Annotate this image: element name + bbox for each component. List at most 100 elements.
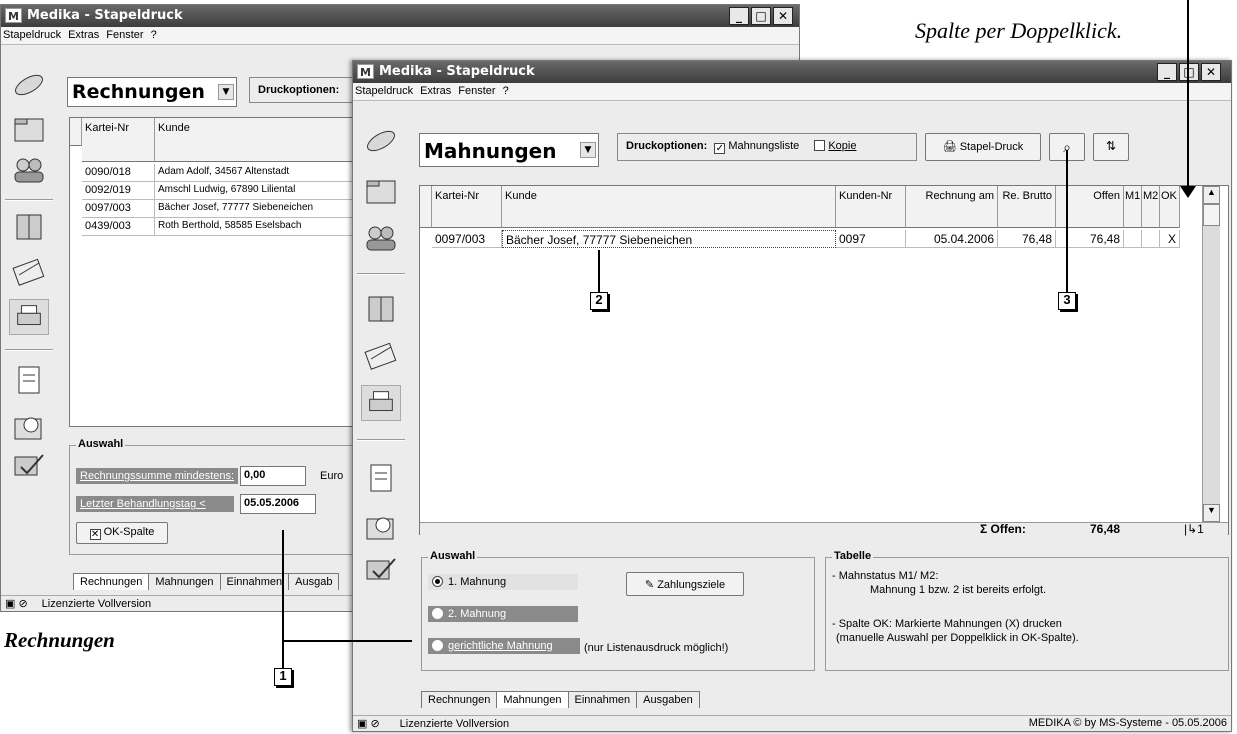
pc-check-icon[interactable]: [361, 553, 401, 589]
close-icon[interactable]: ✕: [773, 7, 793, 25]
folder-icon[interactable]: [9, 111, 49, 147]
tab-rechnungen[interactable]: Rechnungen: [421, 691, 498, 708]
folder-clock-icon[interactable]: [9, 409, 49, 445]
signature-icon[interactable]: [361, 337, 401, 373]
col-header-re-brutto[interactable]: Re. Brutto: [998, 186, 1056, 228]
vertical-scrollbar[interactable]: ▲ ▼: [1202, 186, 1220, 522]
table-row[interactable]: 0092/019: [82, 182, 155, 200]
col-header-kunden-nr[interactable]: Kunden-Nr: [836, 186, 906, 228]
col-header-kunde[interactable]: Kunde: [155, 118, 370, 162]
book-icon[interactable]: [361, 291, 401, 327]
table-row[interactable]: 0097: [836, 230, 906, 248]
col-header-kartei[interactable]: Kartei-Nr: [82, 118, 155, 162]
front-report-combo[interactable]: Mahnungen ▼: [419, 133, 599, 167]
group-title: Auswahl: [76, 438, 126, 450]
table-row[interactable]: Amschl Ludwig, 67890 Liliental: [155, 182, 370, 200]
maximize-icon[interactable]: □: [1179, 63, 1199, 81]
cell-kartei: 0092/019: [85, 184, 131, 196]
chevron-down-icon[interactable]: ▼: [580, 142, 596, 158]
radio-label: 2. Mahnung: [448, 608, 507, 620]
ok-spalte-button[interactable]: ✕ OK-Spalte: [76, 522, 168, 544]
notepad-icon[interactable]: [361, 459, 401, 495]
cell-kartei: 0097/003: [85, 202, 131, 214]
maximize-icon[interactable]: □: [751, 7, 771, 25]
table-row[interactable]: Bächer Josef, 77777 Siebeneichen: [502, 230, 836, 248]
minimize-icon[interactable]: _: [729, 7, 749, 25]
row-selector-header: [70, 118, 82, 146]
printer-icon[interactable]: [9, 299, 49, 335]
mahnungsliste-checkbox[interactable]: ✓: [714, 143, 726, 154]
menu-extras[interactable]: Extras: [68, 29, 99, 41]
col-header-kunde[interactable]: Kunde: [502, 186, 836, 228]
menu-help[interactable]: ?: [151, 29, 157, 41]
minimize-icon[interactable]: _: [1157, 63, 1177, 81]
radio-icon: [432, 576, 443, 587]
tab-ausgaben[interactable]: Ausgab: [288, 573, 340, 590]
folder-clock-icon[interactable]: [361, 509, 401, 545]
tab-rechnungen[interactable]: Rechnungen: [73, 573, 150, 590]
front-sidebar: [355, 105, 407, 665]
table-row[interactable]: X: [1160, 230, 1180, 248]
menu-stapeldruck[interactable]: Stapeldruck: [3, 29, 61, 41]
printer-icon[interactable]: [361, 385, 401, 421]
tab-mahnungen[interactable]: Mahnungen: [496, 691, 569, 708]
scroll-up-icon[interactable]: ▲: [1203, 186, 1220, 204]
table-row[interactable]: 0090/018: [82, 164, 155, 182]
table-row[interactable]: 0097/003: [82, 200, 155, 218]
col-header-m2[interactable]: M2: [1142, 186, 1160, 228]
col-header-kartei[interactable]: Kartei-Nr: [432, 186, 502, 228]
close-icon[interactable]: ✕: [1201, 63, 1221, 81]
col-label: Kartei-Nr: [85, 122, 130, 134]
sort-icon: ⇅: [1105, 139, 1117, 153]
notepad-icon[interactable]: [9, 361, 49, 397]
col-label: Kunde: [505, 190, 537, 202]
table-row[interactable]: Adam Adolf, 34567 Altenstadt: [155, 164, 370, 182]
table-row[interactable]: [1124, 230, 1142, 248]
col-label: OK: [1161, 190, 1177, 202]
rechnungssumme-input[interactable]: 0,00: [240, 466, 306, 486]
col-header-m1[interactable]: M1: [1124, 186, 1142, 228]
folder-icon[interactable]: [361, 173, 401, 209]
radio-2-mahnung[interactable]: 2. Mahnung: [428, 606, 578, 622]
col-header-ok[interactable]: OK: [1160, 186, 1180, 228]
status-icons: ▣ ⊘: [357, 718, 380, 730]
table-row[interactable]: Roth Berthold, 58585 Eselsbach: [155, 218, 370, 236]
pills-icon[interactable]: [9, 67, 49, 103]
tab-ausgaben[interactable]: Ausgaben: [636, 691, 700, 708]
menu-fenster[interactable]: Fenster: [106, 29, 143, 41]
menu-stapeldruck[interactable]: Stapeldruck: [355, 85, 413, 97]
book-icon[interactable]: [9, 209, 49, 245]
letzter-behandlungstag-input[interactable]: 05.05.2006: [240, 494, 316, 514]
stapel-druck-button[interactable]: 🖨 Stapel-Druck: [925, 133, 1041, 161]
table-row[interactable]: 76,48: [998, 230, 1056, 248]
users-icon[interactable]: [9, 153, 49, 189]
table-row[interactable]: 05.04.2006: [906, 230, 998, 248]
back-report-combo[interactable]: Rechnungen ▼: [67, 77, 237, 107]
radio-1-mahnung[interactable]: 1. Mahnung: [428, 574, 578, 590]
table-row[interactable]: 0439/003: [82, 218, 155, 236]
pills-icon[interactable]: [361, 123, 401, 159]
tab-einnahmen[interactable]: Einnahmen: [219, 573, 290, 590]
menu-fenster[interactable]: Fenster: [458, 85, 495, 97]
front-druckoptionen-box: Druckoptionen: ✓ Mahnungsliste Kopie: [617, 133, 917, 161]
pc-check-icon[interactable]: [9, 449, 49, 485]
menu-extras[interactable]: Extras: [420, 85, 451, 97]
radio-gerichtliche-mahnung[interactable]: gerichtliche Mahnung: [428, 638, 580, 654]
table-row[interactable]: Bächer Josef, 77777 Siebeneichen: [155, 200, 370, 218]
kopie-checkbox[interactable]: [814, 140, 826, 151]
sort-button[interactable]: ⇅: [1093, 133, 1129, 161]
zahlungsziele-button[interactable]: ✎ Zahlungsziele: [626, 572, 744, 596]
menu-help[interactable]: ?: [503, 85, 509, 97]
scroll-thumb[interactable]: [1203, 204, 1220, 226]
sum-footer: Σ Offen: 76,48 |↳1: [420, 522, 1228, 536]
col-header-rechnung-am[interactable]: Rechnung am: [906, 186, 998, 228]
scroll-down-icon[interactable]: ▼: [1203, 504, 1220, 522]
chevron-down-icon[interactable]: ▼: [218, 84, 234, 100]
table-row[interactable]: [1142, 230, 1160, 248]
tab-mahnungen[interactable]: Mahnungen: [148, 573, 221, 590]
signature-icon[interactable]: [9, 253, 49, 289]
table-row[interactable]: 0097/003: [432, 230, 502, 248]
callout-line: [282, 640, 412, 642]
tab-einnahmen[interactable]: Einnahmen: [567, 691, 638, 708]
users-icon[interactable]: [361, 221, 401, 257]
